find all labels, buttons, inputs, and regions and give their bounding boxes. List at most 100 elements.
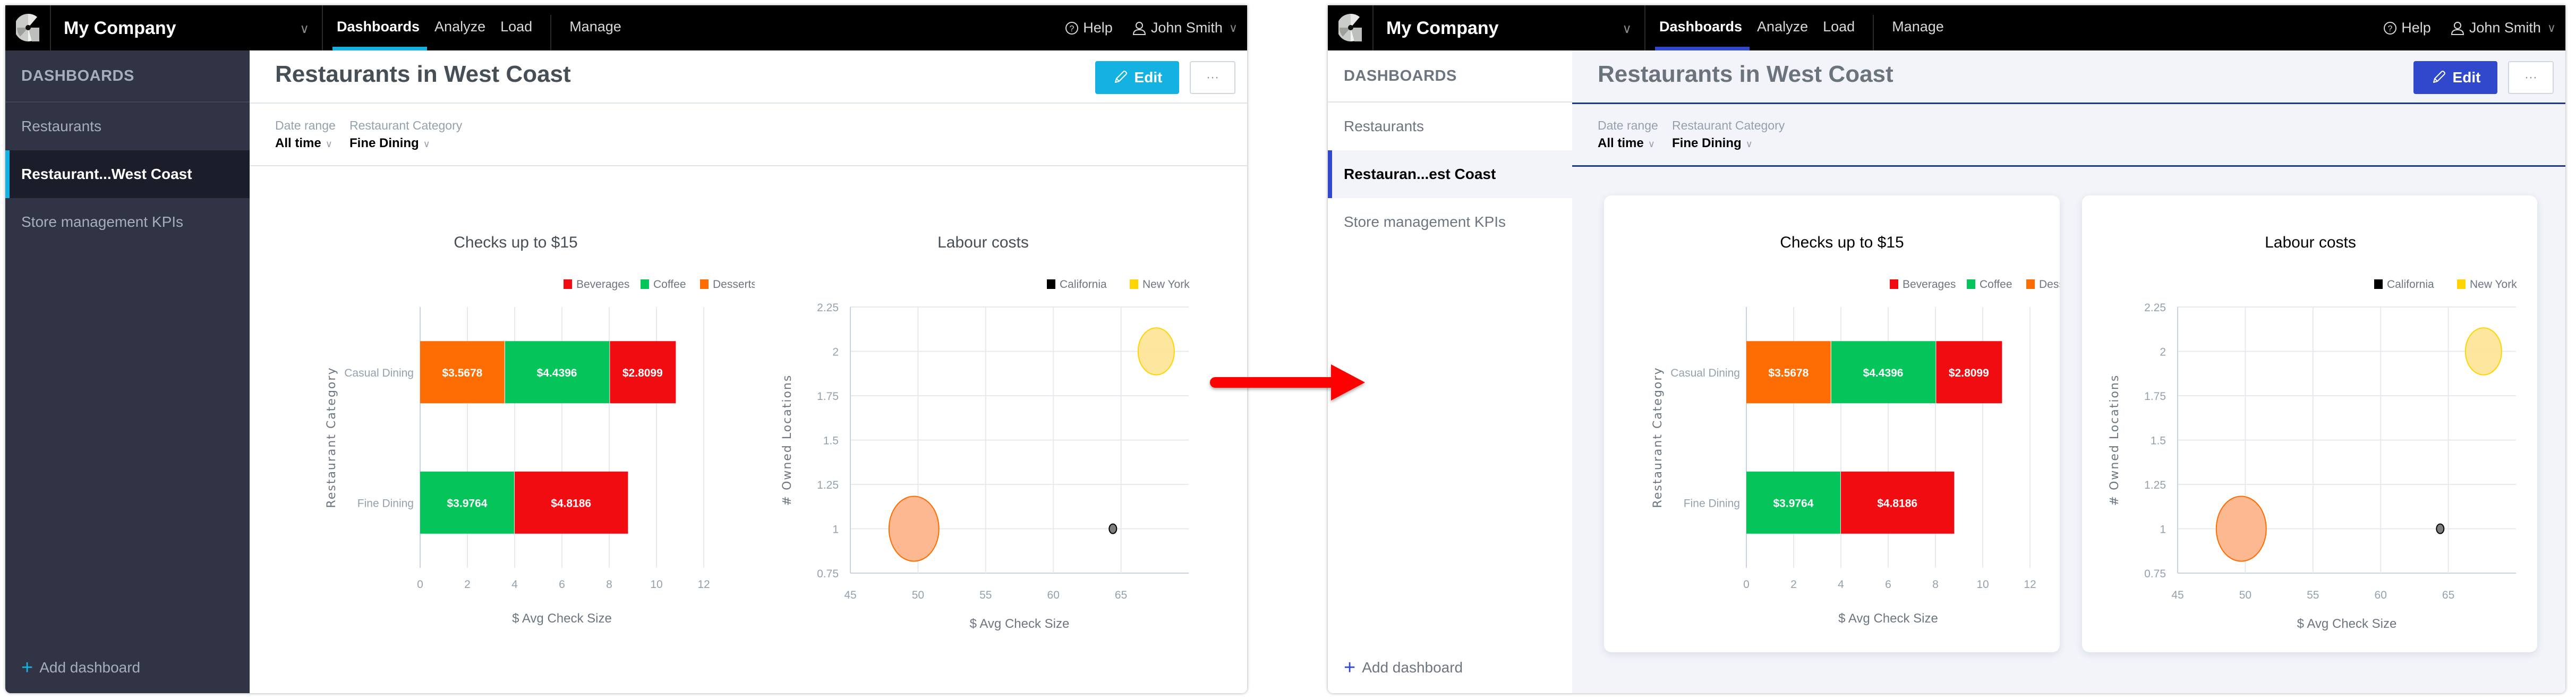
sidebar-item[interactable]: Restaurant...West Coast <box>5 150 250 198</box>
category-label: Fine Dining <box>1684 497 1740 509</box>
legend-label: California <box>2387 278 2434 291</box>
logo-icon <box>1338 13 1362 42</box>
y-tick-label: 0.75 <box>2144 568 2166 580</box>
help-link[interactable]: ? Help <box>1065 20 1113 36</box>
app-logo[interactable] <box>5 5 51 50</box>
bubble-texas <box>888 496 940 562</box>
page-title: Restaurants in West Coast <box>275 61 571 87</box>
filter-label: Restaurant Category <box>349 118 463 132</box>
filter-value-text: Fine Dining <box>349 136 419 150</box>
x-tick-label: 50 <box>912 589 924 601</box>
company-name: My Company <box>64 18 176 38</box>
top-header: My Company ∨ Dashboards Analyze Load Manage… <box>1328 5 2565 50</box>
x-tick-label: 60 <box>2375 589 2387 601</box>
sidebar-item[interactable]: Restaurants <box>5 103 250 150</box>
data-label: $4.4396 <box>1863 367 1904 379</box>
sidebar-heading: DASHBOARDS <box>5 50 250 103</box>
company-switcher[interactable]: My Company ∨ <box>1374 5 1645 50</box>
dashboard-window-after: My Company ∨ Dashboards Analyze Load Manage… <box>1328 5 2565 693</box>
y-tick-label: 1.25 <box>2144 479 2166 491</box>
add-dashboard-button[interactable]: + Add dashboard <box>21 657 140 679</box>
company-switcher[interactable]: My Company ∨ <box>51 5 323 50</box>
more-options-button[interactable]: ··· <box>2508 61 2554 94</box>
header-right: ? Help John Smith ∨ <box>2383 5 2556 50</box>
chevron-down-icon: ∨ <box>1622 22 1632 36</box>
filter-restaurant-category[interactable]: Restaurant Category Fine Dining ∨ <box>349 118 462 151</box>
plus-icon: + <box>1344 657 1356 679</box>
legend-swatch-coffee <box>1967 279 1975 289</box>
filter-bar: Date range All time ∨ Restaurant Category Fi… <box>250 103 1247 166</box>
y-tick-label: 1 <box>2160 524 2166 536</box>
nav-tab-manage[interactable]: Manage <box>562 5 629 50</box>
filter-value-text: All time <box>1598 136 1644 150</box>
nav-tab-load[interactable]: Load <box>1815 5 1862 50</box>
nav-tab-dashboards[interactable]: Dashboards <box>1652 5 1750 50</box>
legend-label: Coffee <box>1980 278 2012 291</box>
filter-date-range[interactable]: Date range All time ∨ <box>1598 118 1658 151</box>
legend-label: Beverages <box>576 278 629 291</box>
nav-tab-analyze[interactable]: Analyze <box>427 5 493 50</box>
filter-restaurant-category[interactable]: Restaurant Category Fine Dining ∨ <box>1672 118 1785 151</box>
edit-label: Edit <box>2452 69 2481 86</box>
company-name: My Company <box>1386 18 1499 38</box>
data-label: $3.5678 <box>442 367 482 379</box>
legend-label: Beverages <box>1903 278 1956 291</box>
x-tick-label: 60 <box>1047 589 1060 601</box>
nav-tab-dashboards[interactable]: Dashboards <box>329 5 428 50</box>
sidebar-item[interactable]: Store management KPIs <box>5 198 250 246</box>
plus-icon: + <box>21 657 33 679</box>
bar-chart: Checks up to $15Beverages Coffee Desserts0… <box>325 234 755 626</box>
user-menu[interactable]: John Smith ∨ <box>1132 20 1238 36</box>
arrow-head <box>1331 364 1365 400</box>
y-tick-label: 1.75 <box>2144 390 2166 403</box>
chevron-down-icon: ∨ <box>1229 21 1238 35</box>
x-tick-label: 55 <box>2307 589 2319 601</box>
chevron-down-icon: ∨ <box>1745 139 1753 149</box>
x-tick-label: 10 <box>1976 578 1989 591</box>
help-link[interactable]: ? Help <box>2383 20 2431 36</box>
edit-button[interactable]: Edit <box>1095 61 1179 94</box>
logo-icon <box>16 13 39 42</box>
sidebar-item[interactable]: Restauran...est Coast <box>1328 150 1572 198</box>
sidebar-items: Restaurants Restaurant...West Coast Store … <box>5 103 250 246</box>
filter-value: Fine Dining ∨ <box>349 136 462 151</box>
chevron-down-icon: ∨ <box>423 139 430 149</box>
help-icon: ? <box>2384 21 2397 35</box>
app-logo[interactable] <box>1328 5 1374 50</box>
x-axis-title: $ Avg Check Size <box>2297 617 2397 631</box>
user-name: John Smith <box>1150 20 1223 36</box>
y-tick-label: 1.5 <box>823 435 839 447</box>
add-dashboard-label: Add dashboard <box>1362 659 1463 676</box>
arrow-shaft <box>1210 377 1337 388</box>
bubble-california <box>1108 523 1118 534</box>
chevron-down-icon: ∨ <box>325 139 332 149</box>
chevron-down-icon: ∨ <box>2547 21 2556 35</box>
y-tick-label: 1.5 <box>2151 435 2166 447</box>
data-label: $4.4396 <box>537 367 577 379</box>
bubble-new-york <box>2464 327 2502 376</box>
y-tick-label: 1.75 <box>817 390 839 403</box>
x-tick-label: 4 <box>1838 578 1844 591</box>
chart-title: Labour costs <box>2265 234 2356 251</box>
edit-button[interactable]: Edit <box>2413 61 2497 94</box>
add-dashboard-button[interactable]: + Add dashboard <box>1344 657 1463 679</box>
legend-swatch-california <box>2374 279 2383 289</box>
edit-label: Edit <box>1134 69 1163 86</box>
filter-bar: Date range All time ∨ Restaurant Category Fi… <box>1572 103 2565 167</box>
sidebar-item[interactable]: Store management KPIs <box>1328 198 1572 246</box>
page-title: Restaurants in West Coast <box>1598 61 1893 87</box>
x-tick-label: 8 <box>606 578 612 591</box>
nav-tab-analyze[interactable]: Analyze <box>1750 5 1815 50</box>
transition-arrow-icon <box>1210 364 1365 400</box>
chart-title: Labour costs <box>937 234 1029 251</box>
x-tick-label: 6 <box>559 578 565 591</box>
user-menu[interactable]: John Smith ∨ <box>2450 20 2556 36</box>
add-dashboard-label: Add dashboard <box>39 659 141 676</box>
data-label: $3.5678 <box>1768 367 1809 379</box>
x-tick-label: 2 <box>464 578 471 591</box>
filter-date-range[interactable]: Date range All time ∨ <box>275 118 336 151</box>
nav-tab-load[interactable]: Load <box>493 5 540 50</box>
sidebar-item[interactable]: Restaurants <box>1328 103 1572 150</box>
more-options-button[interactable]: ··· <box>1190 61 1235 94</box>
nav-tab-manage[interactable]: Manage <box>1884 5 1951 50</box>
